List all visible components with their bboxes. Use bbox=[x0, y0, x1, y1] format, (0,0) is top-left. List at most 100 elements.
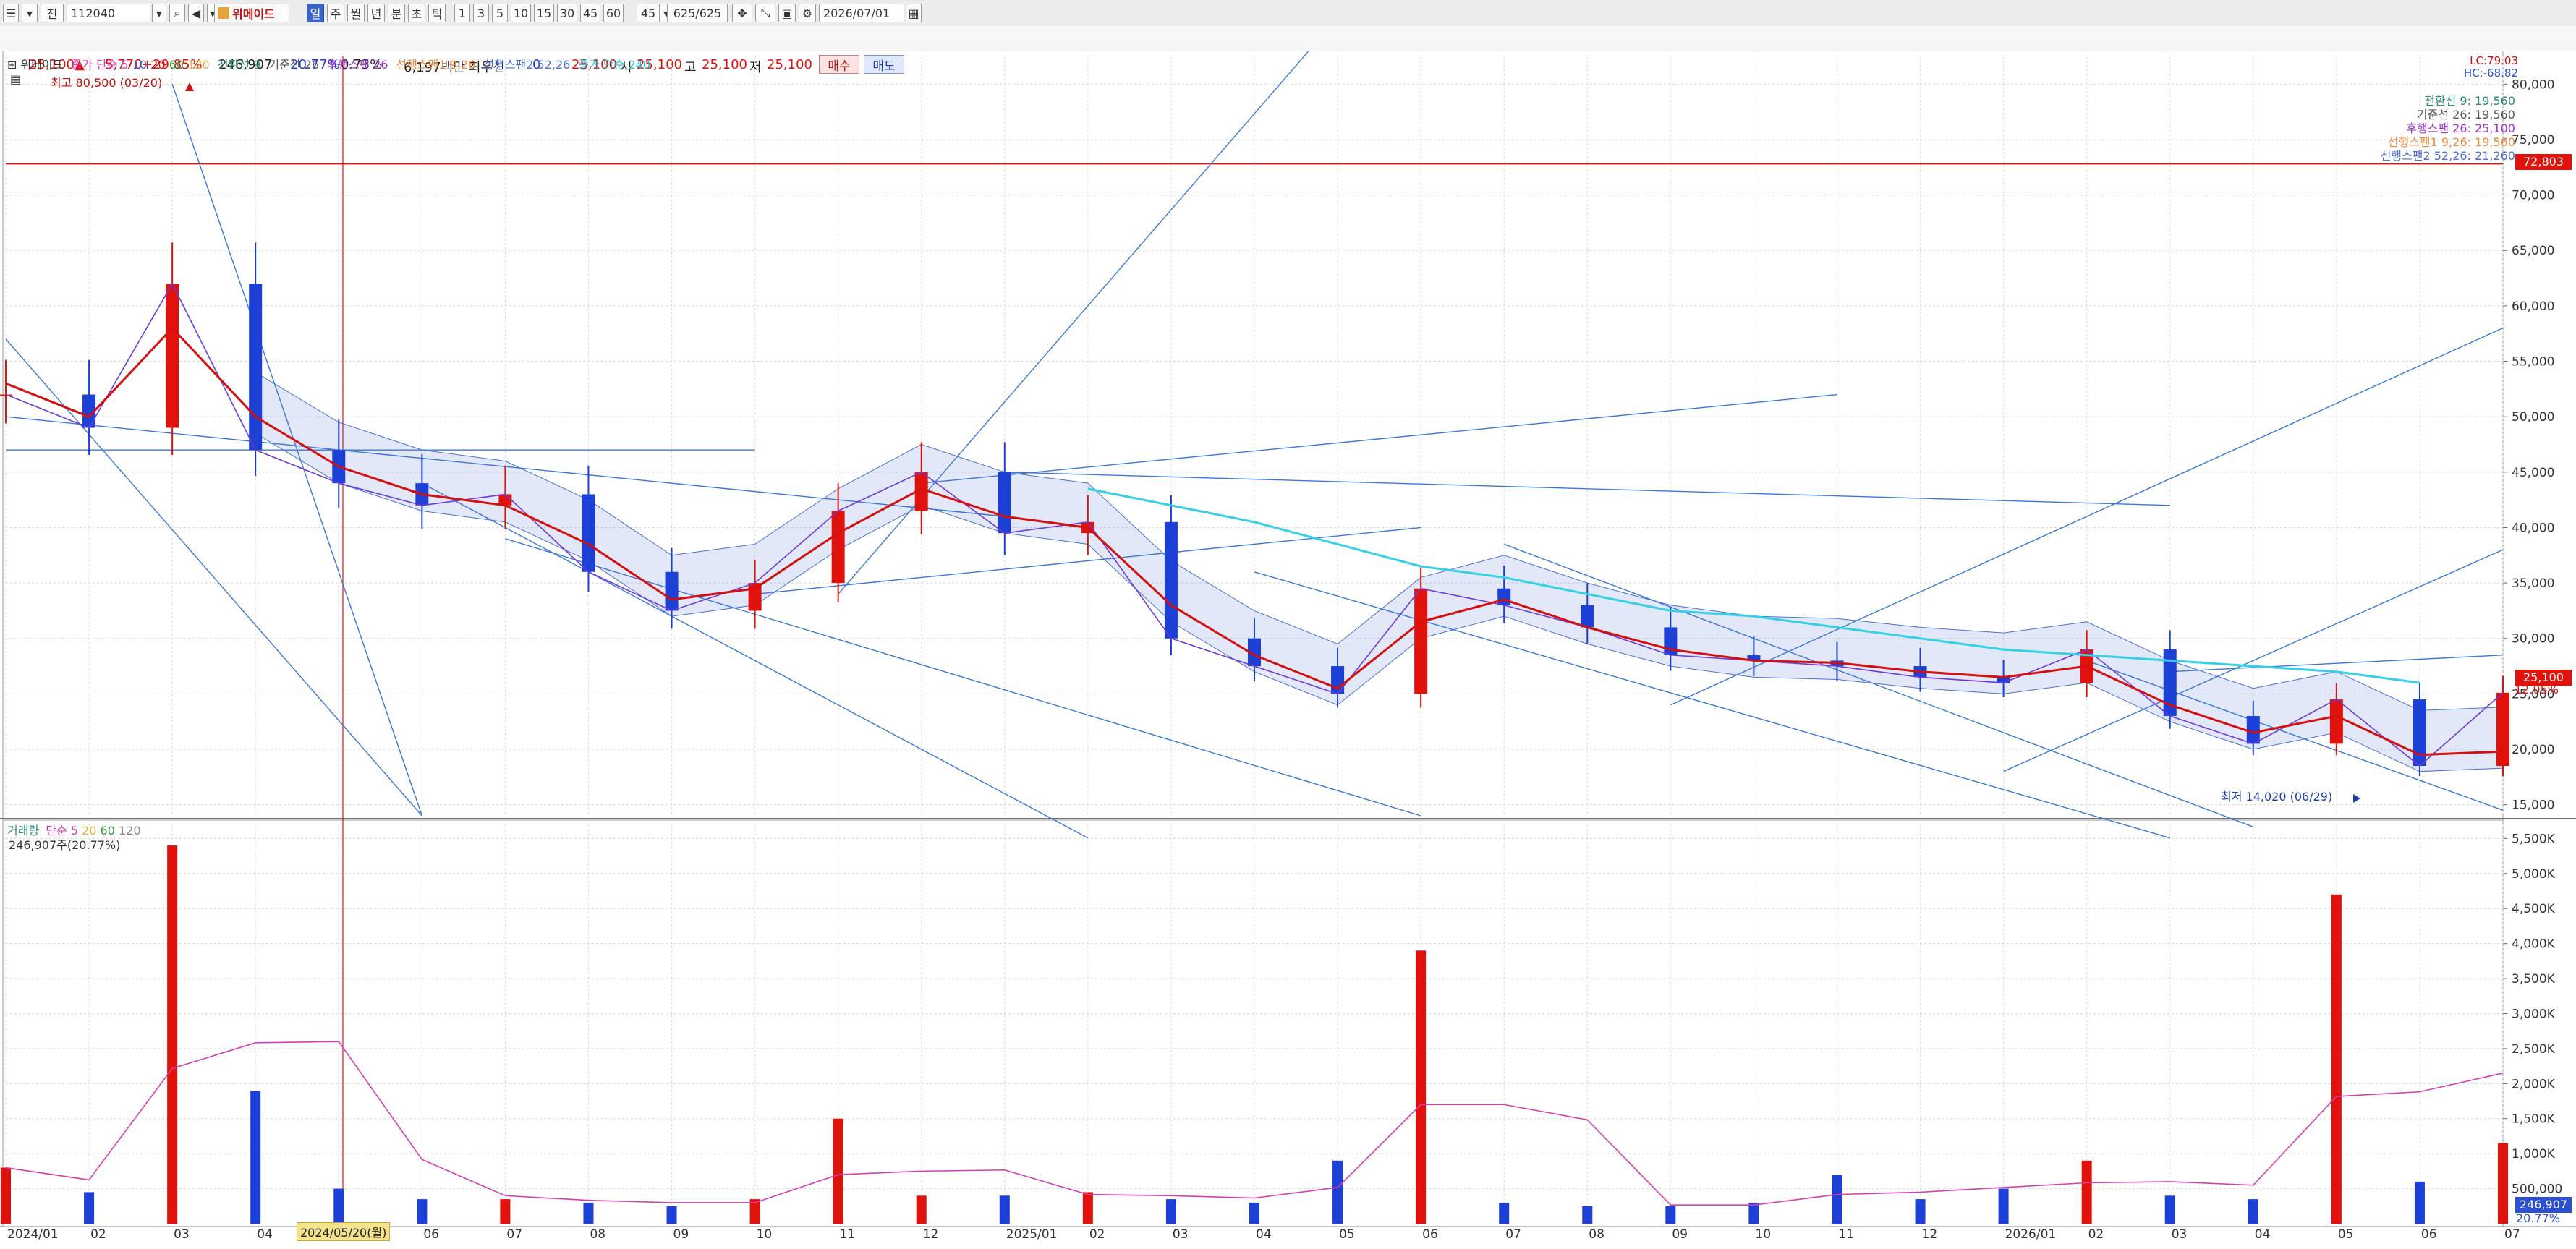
volume-bar bbox=[1165, 1199, 1176, 1224]
volume-bar bbox=[1748, 1202, 1759, 1224]
volume-bar bbox=[2164, 1195, 2175, 1224]
price-tick-label: 30,000 bbox=[2512, 632, 2554, 647]
time-tick-label: 09 bbox=[1672, 1227, 1688, 1242]
volume-bar bbox=[1332, 1160, 1343, 1224]
price-tick-label: 45,000 bbox=[2512, 466, 2554, 480]
time-tick-label: 11 bbox=[840, 1227, 856, 1242]
time-tick-label: 12 bbox=[1922, 1227, 1938, 1242]
history-dropdown[interactable]: ▾ bbox=[22, 4, 38, 22]
volume-tick-label: 4,000K bbox=[2512, 937, 2556, 952]
ichimoku-legend-kijun: 기준선 26 bbox=[268, 58, 319, 72]
candle-body bbox=[2413, 699, 2426, 767]
volume-tick-label: 3,500K bbox=[2512, 972, 2556, 986]
time-tick-label: 03 bbox=[1173, 1227, 1189, 1242]
period-tab-4[interactable]: 분 bbox=[388, 4, 405, 22]
save-icon[interactable]: ▣ bbox=[778, 4, 796, 22]
interval-select[interactable]: 45 bbox=[637, 4, 660, 22]
period-tab-3[interactable]: 년 bbox=[367, 4, 385, 22]
candle-body bbox=[748, 583, 762, 611]
interval-button-60[interactable]: 60 bbox=[603, 4, 624, 22]
volume-bar bbox=[1582, 1206, 1593, 1224]
volume-bar bbox=[167, 845, 178, 1224]
price-tick-label: 40,000 bbox=[2512, 521, 2554, 535]
lc-value: LC:79.03 bbox=[2470, 54, 2518, 67]
time-tick-label: 11 bbox=[1838, 1227, 1854, 1242]
volume-bar bbox=[2248, 1199, 2258, 1224]
time-tick-label: 02 bbox=[2088, 1227, 2104, 1242]
interval-button-45[interactable]: 45 bbox=[580, 4, 600, 22]
interval-button-3[interactable]: 3 bbox=[473, 4, 489, 22]
interval-button-1[interactable]: 1 bbox=[454, 4, 470, 22]
ichimoku-value-kijun: 기준선 26: 19,560 bbox=[2416, 108, 2515, 122]
price-tick-label: 35,000 bbox=[2512, 576, 2554, 591]
period-tab-2[interactable]: 월 bbox=[347, 4, 365, 22]
ma-legend-120: 120 bbox=[187, 58, 210, 72]
candle-body bbox=[1164, 521, 1178, 639]
volume-bar bbox=[2331, 894, 2342, 1224]
volume-tick-label: 2,000K bbox=[2512, 1077, 2556, 1091]
price-legend: ⊞ 위메이드 종가 단순 5 10 20 60 120 전환선 9 기준선 26… bbox=[7, 55, 650, 72]
interval-button-15[interactable]: 15 bbox=[534, 4, 554, 22]
price-tick-label: 20,000 bbox=[2512, 743, 2554, 757]
volume-pct-tag: 20.77% bbox=[2515, 1211, 2560, 1225]
interval-button-5[interactable]: 5 bbox=[492, 4, 508, 22]
price-tick-label: 60,000 bbox=[2512, 299, 2554, 314]
code-dropdown-icon[interactable]: ▾ bbox=[152, 4, 166, 22]
high-marker-arrow bbox=[185, 82, 194, 91]
volume-bar bbox=[833, 1118, 843, 1224]
menu-icon[interactable]: ☰ bbox=[3, 4, 19, 22]
candle-body bbox=[1497, 588, 1511, 605]
time-tick-label: 09 bbox=[673, 1227, 689, 1242]
crosshair-icon[interactable]: ✥ bbox=[732, 4, 752, 22]
candle-body bbox=[665, 571, 679, 611]
volume-bar bbox=[1249, 1202, 1259, 1224]
ichimoku-legend-tenkan: 전환선 9 bbox=[217, 58, 261, 72]
volume-panel-frame bbox=[2, 819, 2504, 1227]
candle-body bbox=[1581, 605, 1594, 628]
candle-body bbox=[582, 494, 595, 572]
stock-code-input[interactable]: 112040 bbox=[67, 4, 150, 22]
time-tick-label: 04 bbox=[1256, 1227, 1272, 1242]
interval-button-30[interactable]: 30 bbox=[557, 4, 577, 22]
volume-bar bbox=[583, 1202, 594, 1224]
speaker-icon[interactable]: ◀ bbox=[188, 4, 204, 22]
ichimoku-legend-senkou2: 선행스팬2 52,26 bbox=[483, 58, 571, 72]
ichimoku-value-chikou: 후행스팬 26: 25,100 bbox=[2406, 122, 2515, 135]
interval-button-10[interactable]: 10 bbox=[511, 4, 531, 22]
period-tab-5[interactable]: 초 bbox=[408, 4, 425, 22]
hline-price-tag: 72,803 bbox=[2515, 154, 2572, 170]
candle-body bbox=[2496, 692, 2509, 767]
date-input[interactable]: 2026/07/01 bbox=[819, 4, 904, 22]
candle-body bbox=[166, 284, 179, 428]
calendar-icon[interactable]: ▦ bbox=[906, 4, 922, 22]
volume-tick-label: 500,000 bbox=[2512, 1182, 2562, 1197]
volume-tick-label: 1,500K bbox=[2512, 1112, 2556, 1127]
candle-body bbox=[1414, 588, 1428, 694]
ichimoku-value-tenkan: 전환선 9: 19,560 bbox=[2424, 94, 2515, 108]
drawing-tool-icon[interactable]: ⤡ bbox=[755, 4, 775, 22]
volume-bar bbox=[333, 1188, 344, 1224]
period-tab-6[interactable]: 틱 bbox=[428, 4, 446, 22]
chart-canvas[interactable]: 80,000 75,000 70,000 65,000 60,000 55,000 50,0… bbox=[0, 51, 2576, 1249]
period-tab-0[interactable]: 일 bbox=[307, 4, 324, 22]
legend-collapse-icon[interactable]: ⊞ bbox=[7, 58, 17, 72]
data-count[interactable]: 625/625 bbox=[667, 4, 728, 22]
time-tick-label: 06 bbox=[423, 1227, 439, 1242]
settings-icon[interactable]: ⚙ bbox=[799, 4, 816, 22]
time-tick-label: 07 bbox=[506, 1227, 522, 1242]
trend-line bbox=[5, 338, 422, 817]
stock-name-field[interactable]: 위메이드 bbox=[214, 4, 289, 22]
stock-badge-icon bbox=[218, 7, 229, 19]
volume-tick-label: 1,000K bbox=[2512, 1147, 2556, 1161]
market-scope[interactable]: 전 bbox=[41, 4, 64, 22]
price-settings-icon[interactable]: ▤ bbox=[10, 72, 21, 86]
quote-bar: 25,100 ▲ 5,770 +29.85% 246,907 20.77% 0.… bbox=[0, 26, 2576, 75]
volume-tick-label: 5,000K bbox=[2512, 867, 2556, 882]
volume-legend-120: 120 bbox=[119, 824, 141, 837]
candle-body bbox=[2246, 716, 2260, 744]
period-tab-1[interactable]: 주 bbox=[327, 4, 344, 22]
candle-body bbox=[249, 284, 263, 451]
time-tick-label: 03 bbox=[2172, 1227, 2188, 1242]
high-marker: 최고 80,500 (03/20) bbox=[51, 76, 163, 90]
search-icon[interactable]: ⌕ bbox=[169, 4, 185, 22]
